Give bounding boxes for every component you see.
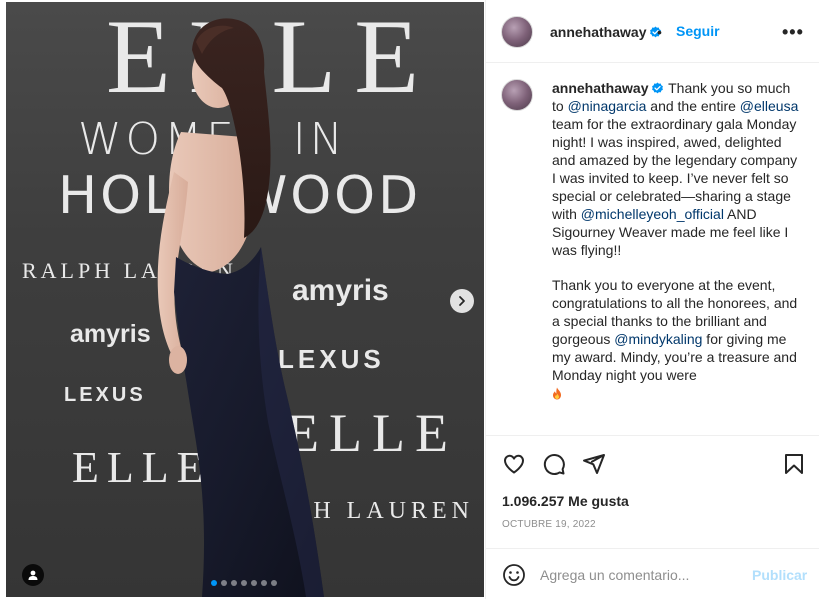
avatar[interactable] <box>501 79 533 111</box>
more-options-button[interactable]: ••• <box>782 22 804 43</box>
fire-icon <box>553 387 561 400</box>
carousel-dot <box>251 580 257 586</box>
heart-icon[interactable] <box>502 452 526 476</box>
bookmark-icon[interactable] <box>782 452 806 476</box>
carousel-dot <box>231 580 237 586</box>
mention-link[interactable]: @mindykaling <box>614 331 702 347</box>
post-actions: 1.096.257 Me gusta OCTUBRE 19, 2022 <box>486 435 819 545</box>
header-separator: • <box>657 24 662 40</box>
comment-icon[interactable] <box>542 452 566 476</box>
carousel-dot <box>241 580 247 586</box>
caption-text: and the entire <box>646 98 740 114</box>
likes-count[interactable]: 1.096.257 Me gusta <box>502 493 629 509</box>
share-icon[interactable] <box>582 452 606 476</box>
carousel-next-button[interactable] <box>450 289 474 313</box>
post-details-panel: annehathaway • Seguir ••• annehathaway T… <box>485 0 819 599</box>
publish-button[interactable]: Publicar <box>752 567 807 583</box>
carousel-dot <box>271 580 277 586</box>
carousel-dot <box>211 580 217 586</box>
caption-paragraph: annehathaway Thank you so much to @ninag… <box>552 79 802 259</box>
verified-badge-icon <box>652 82 664 94</box>
comment-input[interactable] <box>540 564 740 586</box>
post-date[interactable]: OCTUBRE 19, 2022 <box>502 519 596 530</box>
follow-button[interactable]: Seguir <box>676 23 720 39</box>
header-username-link[interactable]: annehathaway <box>550 24 662 42</box>
mention-link[interactable]: @michelleyeoh_official <box>581 206 724 222</box>
woman-in-gown-figure <box>157 18 324 597</box>
instagram-post-modal: ELLE WOMEN IN HOLLYWOOD RALPH LAUREN amy… <box>0 0 819 599</box>
caption-paragraph: Thank you to everyone at the event, cong… <box>552 276 802 402</box>
tagged-users-button[interactable] <box>22 564 44 586</box>
carousel-dots <box>211 580 277 586</box>
username[interactable]: annehathaway <box>550 24 646 40</box>
carousel-dot <box>221 580 227 586</box>
post-caption: annehathaway Thank you so much to @ninag… <box>552 79 802 419</box>
comments-section[interactable]: annehathaway Thank you so much to @ninag… <box>486 64 819 434</box>
carousel-dot <box>261 580 267 586</box>
user-tag-icon <box>28 570 38 580</box>
mention-link[interactable]: @ninagarcia <box>568 98 647 114</box>
caption-username[interactable]: annehathaway <box>552 80 648 96</box>
post-photo[interactable]: ELLE WOMEN IN HOLLYWOOD RALPH LAUREN amy… <box>6 2 484 597</box>
add-comment-bar: Publicar <box>486 548 819 599</box>
mention-link[interactable]: @elleusa <box>740 98 799 114</box>
chevron-right-icon <box>459 296 465 306</box>
emoji-icon[interactable] <box>502 563 526 587</box>
avatar[interactable] <box>501 16 533 48</box>
post-header: annehathaway • Seguir ••• <box>486 0 819 63</box>
